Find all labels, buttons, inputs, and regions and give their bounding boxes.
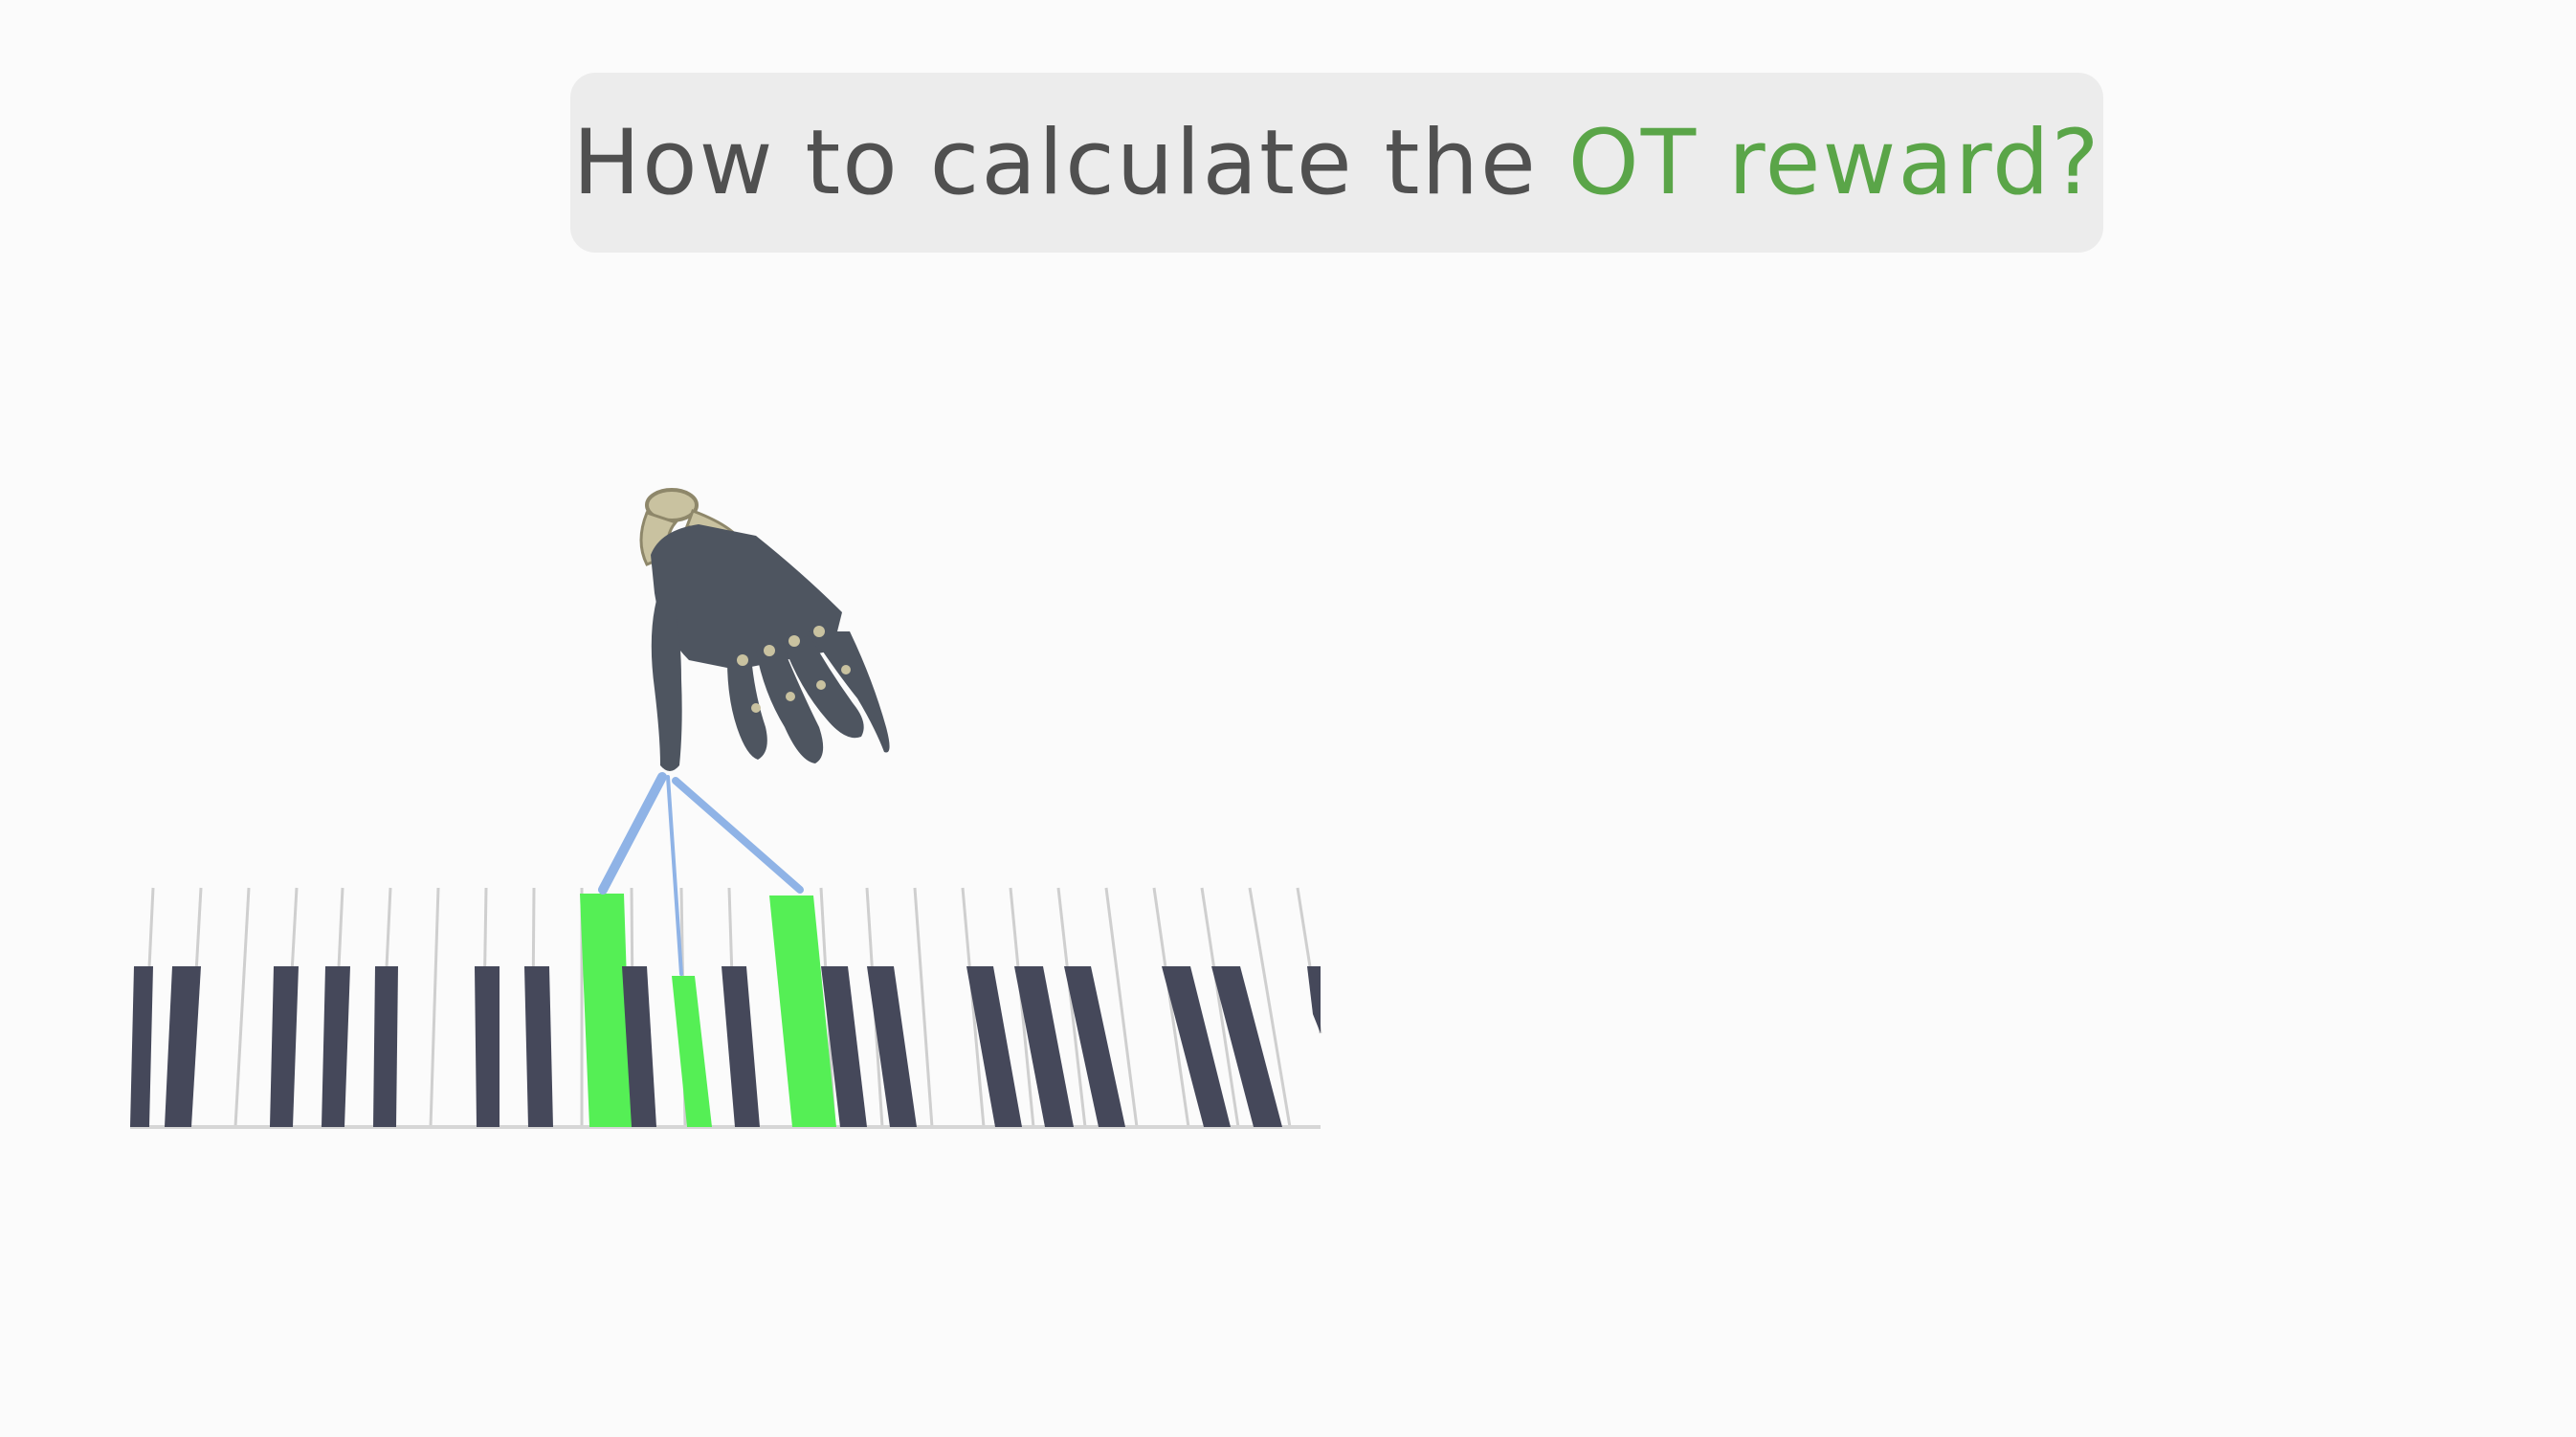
black-key xyxy=(373,966,398,1127)
black-key xyxy=(270,966,299,1127)
scene-illustration xyxy=(130,488,1322,1129)
pressed-key xyxy=(769,895,836,1127)
black-key xyxy=(1064,966,1125,1127)
black-key xyxy=(130,966,153,1127)
black-keys xyxy=(130,966,1321,1127)
pressed-key xyxy=(580,894,632,1127)
black-key xyxy=(475,966,500,1127)
black-key xyxy=(165,966,201,1127)
black-key xyxy=(322,966,350,1127)
robot-hand-icon xyxy=(639,488,890,771)
black-key xyxy=(867,966,917,1127)
black-key xyxy=(1014,966,1074,1127)
black-key xyxy=(966,966,1022,1127)
piano-keyboard xyxy=(130,887,1322,1129)
black-key xyxy=(722,966,760,1127)
black-key xyxy=(524,966,553,1127)
black-key xyxy=(1307,966,1321,1033)
pressed-key xyxy=(672,976,712,1127)
pressed-keys xyxy=(580,894,836,1127)
